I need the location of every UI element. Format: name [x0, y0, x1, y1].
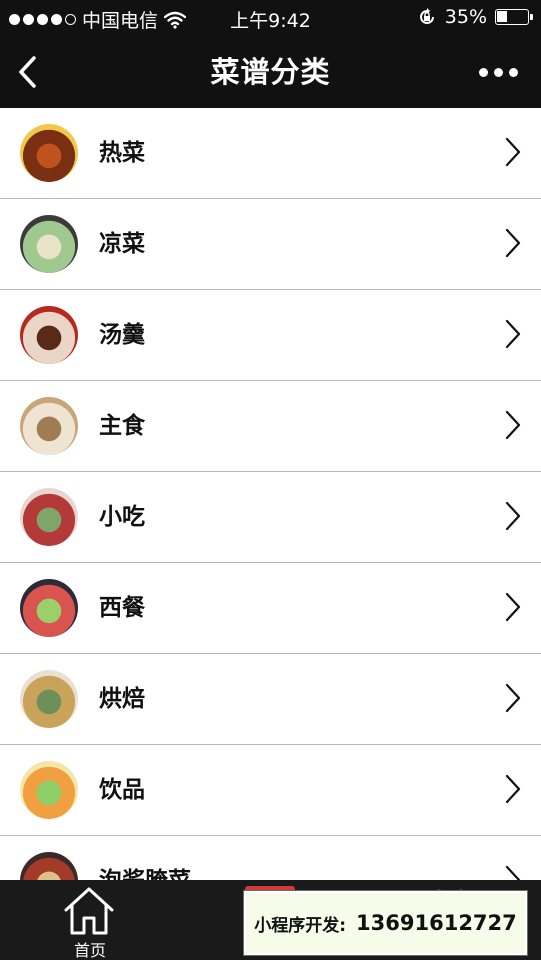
chevron-right-icon	[505, 865, 521, 880]
chevron-right-icon	[505, 228, 521, 258]
chevron-right-icon	[505, 319, 521, 349]
category-row[interactable]: 烘焙	[0, 654, 541, 745]
more-dots-icon[interactable]	[479, 62, 523, 82]
home-icon	[64, 887, 114, 935]
category-list: 热菜凉菜汤羹主食小吃西餐烘焙饮品泡酱腌菜	[0, 108, 541, 880]
category-thumbnail	[20, 306, 78, 364]
category-thumbnail	[20, 488, 78, 546]
navigation-bar: 菜谱分类	[0, 36, 541, 108]
category-label: 凉菜	[99, 231, 145, 257]
category-label: 热菜	[99, 140, 145, 166]
chevron-right-icon	[505, 592, 521, 622]
category-row[interactable]: 西餐	[0, 563, 541, 654]
chevron-right-icon	[505, 137, 521, 167]
chevron-right-icon	[505, 410, 521, 440]
rotation-lock-icon	[419, 8, 434, 24]
tab-home[interactable]: 首页	[0, 880, 180, 960]
battery-icon	[495, 9, 533, 25]
category-label: 泡酱腌菜	[99, 836, 191, 880]
promo-banner: 小程序开发: 13691612727	[243, 890, 528, 956]
category-thumbnail	[20, 397, 78, 455]
category-row[interactable]: 小吃	[0, 472, 541, 563]
category-row[interactable]: 热菜	[0, 108, 541, 199]
promo-phone: 13691612727	[356, 911, 517, 935]
tab-home-label: 首页	[73, 941, 106, 960]
category-label: 饮品	[99, 777, 145, 803]
battery-percent: 35%	[444, 6, 487, 28]
category-thumbnail	[20, 761, 78, 819]
chevron-right-icon	[505, 683, 521, 713]
category-thumbnail	[20, 215, 78, 273]
page-title: 菜谱分类	[210, 55, 331, 89]
status-bar: 中国电信 上午9:42 35%	[0, 0, 541, 36]
category-row[interactable]: 泡酱腌菜	[0, 836, 541, 880]
category-label: 主食	[99, 413, 145, 439]
category-label: 小吃	[99, 504, 145, 530]
category-row[interactable]: 汤羹	[0, 290, 541, 381]
category-thumbnail	[20, 579, 78, 637]
category-label: 西餐	[99, 595, 145, 621]
category-row[interactable]: 饮品	[0, 745, 541, 836]
promo-label: 小程序开发:	[254, 915, 347, 936]
status-right: 35%	[417, 6, 533, 28]
category-thumbnail	[20, 124, 78, 182]
category-label: 烘焙	[99, 686, 145, 712]
category-thumbnail	[20, 852, 78, 880]
chevron-right-icon	[505, 774, 521, 804]
chevron-right-icon	[505, 501, 521, 531]
category-thumbnail	[20, 670, 78, 728]
category-row[interactable]: 主食	[0, 381, 541, 472]
category-label: 汤羹	[99, 322, 145, 348]
category-row[interactable]: 凉菜	[0, 199, 541, 290]
